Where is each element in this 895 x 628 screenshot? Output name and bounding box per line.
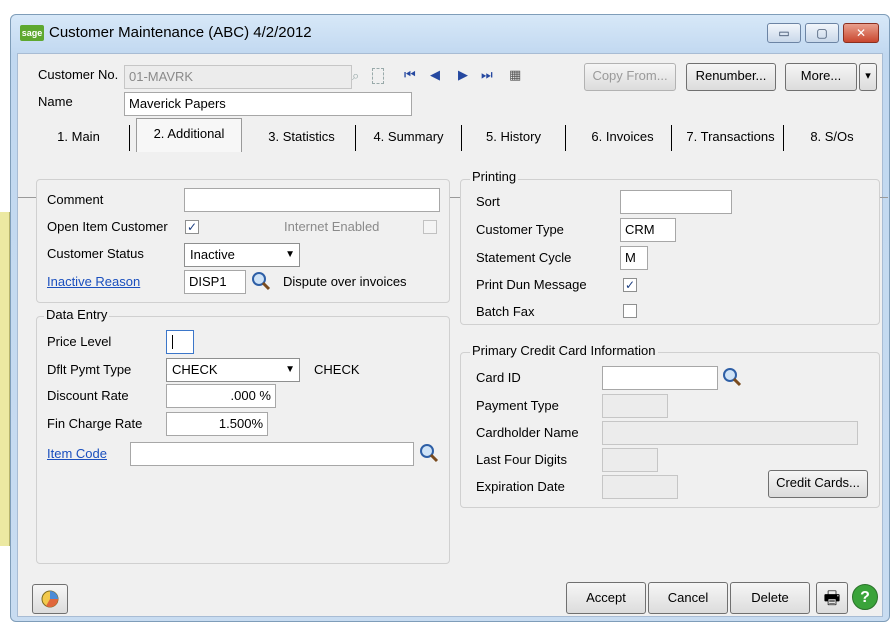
last-record-icon[interactable]: ⏭ xyxy=(481,67,493,83)
chart-icon[interactable] xyxy=(32,584,68,614)
customer-no-field[interactable]: 01-MAVRK xyxy=(124,65,352,89)
customer-status-value: Inactive xyxy=(190,247,235,262)
dflt-pymt-type-label: Dflt Pymt Type xyxy=(47,362,132,377)
printing-legend: Printing xyxy=(470,169,519,184)
text-cursor xyxy=(172,335,173,349)
more-button[interactable]: More... xyxy=(785,63,857,91)
minimize-button[interactable]: ▭ xyxy=(767,23,801,43)
card-id-field[interactable] xyxy=(602,366,718,390)
data-entry-legend: Data Entry xyxy=(44,307,110,322)
tab-main[interactable]: 1. Main xyxy=(28,125,130,151)
payment-type-field[interactable] xyxy=(602,394,668,418)
card-id-search-icon[interactable] xyxy=(721,367,743,387)
copy-from-button[interactable]: Copy From... xyxy=(584,63,676,91)
comment-field[interactable] xyxy=(184,188,440,212)
statement-cycle-field[interactable]: M xyxy=(620,246,648,270)
inactive-reason-link[interactable]: Inactive Reason xyxy=(47,274,140,289)
close-button[interactable]: ✕ xyxy=(843,23,879,43)
calendar-icon[interactable]: ▦ xyxy=(509,67,521,83)
item-code-field[interactable] xyxy=(130,442,414,466)
payment-type-label: Payment Type xyxy=(476,398,559,413)
item-code-link[interactable]: Item Code xyxy=(47,446,107,461)
inactive-reason-description: Dispute over invoices xyxy=(283,274,407,289)
new-record-icon[interactable] xyxy=(372,68,384,84)
accept-button[interactable]: Accept xyxy=(566,582,646,614)
customer-maintenance-window: sage Customer Maintenance (ABC) 4/2/2012… xyxy=(10,14,890,622)
tab-transactions[interactable]: 7. Transactions xyxy=(678,125,784,151)
inactive-reason-field[interactable]: DISP1 xyxy=(184,270,246,294)
expiration-date-field[interactable] xyxy=(602,475,678,499)
price-level-field[interactable] xyxy=(166,330,194,354)
discount-rate-label: Discount Rate xyxy=(47,388,129,403)
item-code-search-icon[interactable] xyxy=(418,443,440,463)
title-bar[interactable]: sage Customer Maintenance (ABC) 4/2/2012… xyxy=(11,15,889,53)
last-four-digits-label: Last Four Digits xyxy=(476,452,568,467)
cancel-button[interactable]: Cancel xyxy=(648,582,728,614)
batch-fax-label: Batch Fax xyxy=(476,304,535,319)
internet-enabled-checkbox[interactable] xyxy=(423,220,437,234)
dflt-pymt-type-description: CHECK xyxy=(314,362,360,377)
first-record-icon[interactable]: ⏮ xyxy=(404,67,416,83)
delete-button[interactable]: Delete xyxy=(730,582,810,614)
last-four-digits-field[interactable] xyxy=(602,448,658,472)
chevron-down-icon: ▼ xyxy=(285,249,295,260)
sage-app-icon: sage xyxy=(20,25,44,41)
window-title: Customer Maintenance (ABC) 4/2/2012 xyxy=(49,24,312,41)
sort-field[interactable] xyxy=(620,190,732,214)
expiration-date-label: Expiration Date xyxy=(476,479,565,494)
client-area: Customer No. 01-MAVRK ⌕ ⏮ ◀ ▶ ⏭ ▦ Copy F… xyxy=(17,53,888,618)
print-dun-message-checkbox[interactable]: ✓ xyxy=(623,278,637,292)
fin-charge-rate-field[interactable]: 1.500% xyxy=(166,412,268,436)
dflt-pymt-type-value: CHECK xyxy=(172,362,218,377)
cardholder-name-label: Cardholder Name xyxy=(476,425,579,440)
customer-type-field[interactable]: CRM xyxy=(620,218,676,242)
customer-no-label: Customer No. xyxy=(38,67,119,82)
help-icon[interactable]: ? xyxy=(852,584,878,610)
renumber-button[interactable]: Renumber... xyxy=(686,63,776,91)
chevron-down-icon: ▼ xyxy=(285,364,295,375)
tab-invoices[interactable]: 6. Invoices xyxy=(574,125,672,151)
tab-additional[interactable]: 2. Additional xyxy=(136,118,242,152)
card-id-label: Card ID xyxy=(476,370,521,385)
tab-summary[interactable]: 4. Summary xyxy=(356,125,462,151)
print-dun-message-label: Print Dun Message xyxy=(476,277,587,292)
credit-card-legend: Primary Credit Card Information xyxy=(470,343,658,358)
lookup-icon[interactable]: ⌕ xyxy=(352,68,370,86)
background-window-edge xyxy=(0,212,10,546)
previous-record-icon[interactable]: ◀ xyxy=(430,67,440,83)
cardholder-name-field[interactable] xyxy=(602,421,858,445)
discount-rate-field[interactable]: .000 % xyxy=(166,384,276,408)
data-entry-panel xyxy=(36,316,450,564)
customer-status-select[interactable]: Inactive ▼ xyxy=(184,243,300,267)
sort-label: Sort xyxy=(476,194,500,209)
statement-cycle-label: Statement Cycle xyxy=(476,250,572,265)
tab-statistics[interactable]: 3. Statistics xyxy=(248,125,356,151)
price-level-label: Price Level xyxy=(47,334,112,349)
batch-fax-checkbox[interactable] xyxy=(623,304,637,318)
inactive-reason-search-icon[interactable] xyxy=(250,271,272,291)
customer-type-label: Customer Type xyxy=(476,222,564,237)
open-item-customer-label: Open Item Customer xyxy=(47,219,168,234)
tab-sos[interactable]: 8. S/Os xyxy=(790,125,874,151)
bottom-toolbar: Accept Cancel Delete 🖶 ? xyxy=(18,582,884,618)
print-icon[interactable]: 🖶 xyxy=(816,582,848,614)
comment-label: Comment xyxy=(47,192,104,207)
credit-cards-button[interactable]: Credit Cards... xyxy=(768,470,868,498)
maximize-button[interactable]: ▢ xyxy=(805,23,839,43)
name-field[interactable]: Maverick Papers xyxy=(124,92,412,116)
next-record-icon[interactable]: ▶ xyxy=(458,67,468,83)
name-label: Name xyxy=(38,94,73,109)
tab-history[interactable]: 5. History xyxy=(462,125,566,151)
dflt-pymt-type-select[interactable]: CHECK ▼ xyxy=(166,358,300,382)
fin-charge-rate-label: Fin Charge Rate xyxy=(47,416,143,431)
customer-status-label: Customer Status xyxy=(47,246,144,261)
more-dropdown-icon[interactable]: ▾ xyxy=(859,63,877,91)
open-item-customer-checkbox[interactable]: ✓ xyxy=(185,220,199,234)
internet-enabled-label: Internet Enabled xyxy=(284,219,380,234)
